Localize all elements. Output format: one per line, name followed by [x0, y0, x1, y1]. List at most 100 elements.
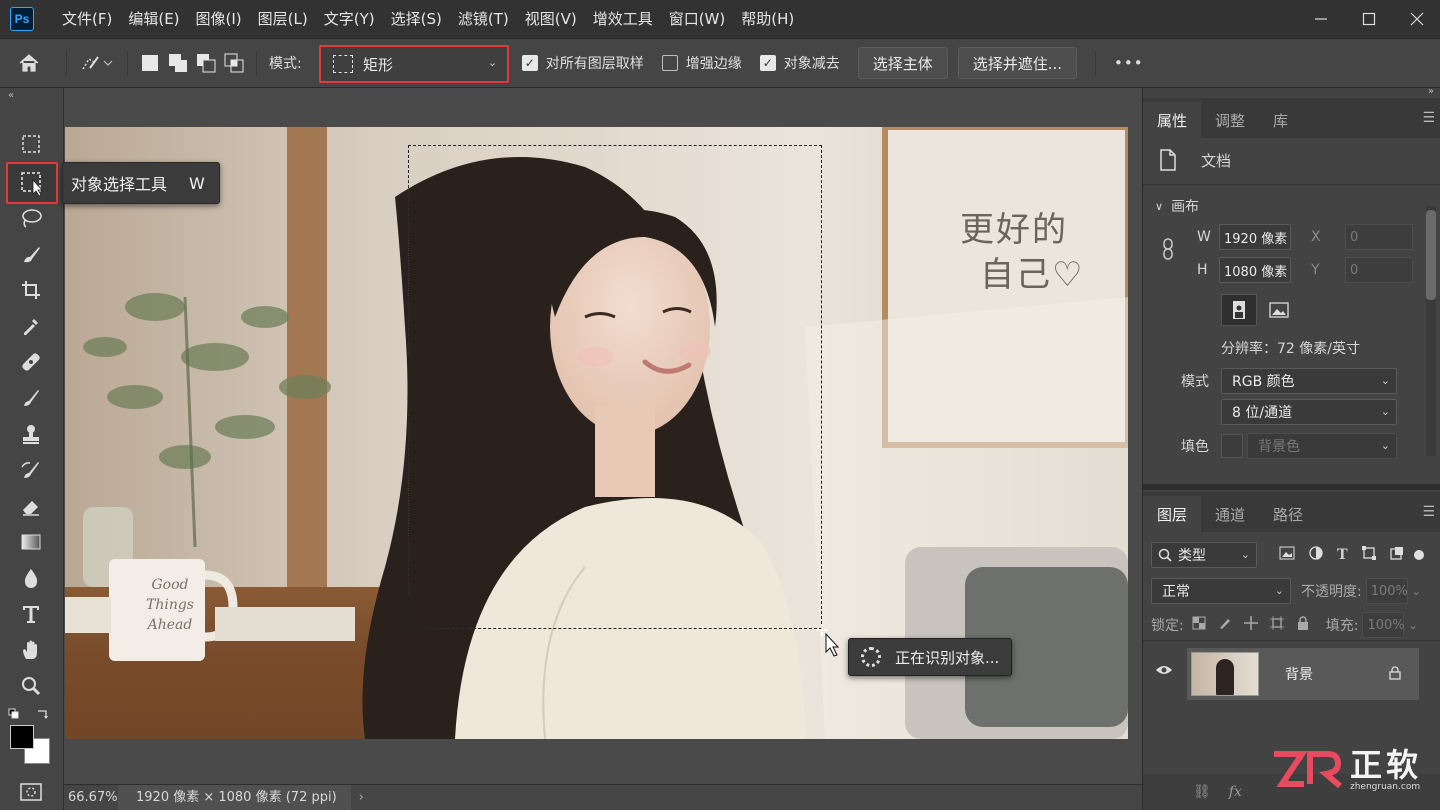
- layer-visibility-eye-icon[interactable]: [1155, 664, 1173, 676]
- menu-type[interactable]: 文字(Y): [316, 0, 383, 38]
- lock-all-icon[interactable]: [1296, 616, 1310, 634]
- panel-menu-icon[interactable]: ☰: [1422, 110, 1435, 126]
- scrollbar-thumb[interactable]: [1426, 210, 1436, 300]
- menu-file[interactable]: 文件(F): [54, 0, 120, 38]
- tab-adjustments[interactable]: 调整: [1201, 102, 1259, 138]
- clone-stamp-icon[interactable]: [12, 418, 50, 450]
- link-dimensions-icon[interactable]: [1161, 238, 1175, 260]
- brush-tool-icon[interactable]: [12, 238, 50, 270]
- eraser-tool-icon[interactable]: [12, 490, 50, 522]
- link-layers-icon[interactable]: ⛓: [1193, 784, 1211, 800]
- filter-toggle-icon[interactable]: [1413, 550, 1424, 560]
- landscape-orientation-icon[interactable]: [1261, 294, 1297, 326]
- marquee-selection[interactable]: [408, 145, 822, 629]
- tab-layers[interactable]: 图层: [1143, 496, 1202, 532]
- select-and-mask-button[interactable]: 选择并遮住...: [957, 47, 1078, 79]
- move-tool-icon[interactable]: [12, 128, 50, 160]
- menu-help[interactable]: 帮助(H): [733, 0, 802, 38]
- menu-window[interactable]: 窗口(W): [661, 0, 734, 38]
- bit-depth-dropdown[interactable]: 8 位/通道 ⌄: [1221, 399, 1397, 425]
- layer-row-background[interactable]: 背景: [1187, 648, 1419, 700]
- document-info[interactable]: 1920 像素 × 1080 像素 (72 ppi): [118, 784, 351, 810]
- paint-brush-icon[interactable]: [12, 382, 50, 414]
- blend-mode-dropdown[interactable]: 正常 ⌄: [1151, 578, 1291, 604]
- foreground-color-swatch[interactable]: [10, 725, 34, 749]
- eyedropper-tool-icon[interactable]: [12, 310, 50, 342]
- x-input[interactable]: 0: [1345, 224, 1413, 250]
- opacity-input[interactable]: 100%: [1365, 578, 1408, 604]
- canvas-section-header[interactable]: ∨ 画布: [1155, 196, 1199, 216]
- fill-dropdown[interactable]: 背景色 ⌄: [1247, 433, 1397, 459]
- menu-view[interactable]: 视图(V): [517, 0, 585, 38]
- layers-menu-icon[interactable]: ☰: [1422, 504, 1435, 520]
- layer-lock-icon[interactable]: [1389, 666, 1401, 684]
- zoom-tool-icon[interactable]: [12, 670, 50, 702]
- more-options-icon[interactable]: •••: [1114, 54, 1144, 72]
- chevron-right-icon[interactable]: ›: [359, 790, 364, 805]
- menu-filter[interactable]: 滤镜(T): [450, 0, 517, 38]
- tab-libraries[interactable]: 库: [1259, 102, 1302, 138]
- layer-filter-dropdown[interactable]: 类型 ⌄: [1151, 542, 1257, 568]
- fill-opacity-input[interactable]: 100%: [1362, 612, 1405, 638]
- expand-panels-icon[interactable]: »: [1428, 86, 1434, 97]
- fill-color-swatch[interactable]: [1221, 434, 1243, 458]
- mode-dropdown[interactable]: 矩形 ⌄: [319, 45, 509, 83]
- swap-colors-icon[interactable]: [36, 708, 50, 724]
- menu-select[interactable]: 选择(S): [383, 0, 450, 38]
- enhance-edge-checkbox[interactable]: 增强边缘: [661, 53, 742, 73]
- zoom-level[interactable]: 66.67%: [64, 790, 118, 805]
- filter-adjustment-icon[interactable]: [1309, 546, 1323, 564]
- gradient-tool-icon[interactable]: [12, 526, 50, 558]
- filter-smart-object-icon[interactable]: [1390, 546, 1404, 564]
- close-icon[interactable]: [1394, 0, 1440, 38]
- chevron-down-icon[interactable]: ⌄: [1408, 619, 1417, 632]
- collapse-icon[interactable]: «: [8, 90, 14, 101]
- hand-tool-icon[interactable]: [12, 634, 50, 666]
- tool-preset-icon[interactable]: [75, 43, 119, 83]
- chevron-down-icon[interactable]: ⌄: [1412, 585, 1421, 598]
- crop-tool-icon[interactable]: [12, 274, 50, 306]
- search-icon: [1158, 548, 1172, 562]
- layer-effects-icon[interactable]: fx: [1229, 784, 1242, 800]
- minimize-icon[interactable]: [1298, 0, 1344, 38]
- lock-position-icon[interactable]: [1243, 616, 1258, 634]
- tab-channels[interactable]: 通道: [1201, 496, 1259, 532]
- portrait-orientation-icon[interactable]: [1221, 294, 1257, 326]
- sample-all-layers-checkbox[interactable]: ✓ 对所有图层取样: [521, 53, 644, 73]
- filter-image-icon[interactable]: [1279, 546, 1295, 564]
- lock-artboard-icon[interactable]: [1269, 616, 1284, 634]
- lasso-tool-icon[interactable]: [12, 202, 50, 234]
- properties-scrollbar[interactable]: [1426, 206, 1436, 456]
- object-selection-tool-icon[interactable]: [6, 162, 58, 204]
- history-brush-icon[interactable]: [12, 454, 50, 486]
- height-input[interactable]: 1080 像素: [1219, 257, 1291, 283]
- default-colors-icon[interactable]: [8, 708, 20, 724]
- menu-layer[interactable]: 图层(L): [250, 0, 316, 38]
- home-icon[interactable]: [0, 39, 58, 87]
- quick-mask-icon[interactable]: [12, 776, 50, 808]
- tab-properties[interactable]: 属性: [1143, 102, 1202, 138]
- blur-tool-icon[interactable]: [12, 562, 50, 594]
- healing-brush-icon[interactable]: [12, 346, 50, 378]
- object-subtract-checkbox[interactable]: ✓ 对象减去: [759, 53, 840, 73]
- filter-shape-icon[interactable]: [1361, 546, 1376, 564]
- lock-pixels-icon[interactable]: [1218, 616, 1232, 634]
- type-tool-icon[interactable]: [12, 598, 50, 630]
- separator: [1095, 50, 1097, 76]
- menu-edit[interactable]: 编辑(E): [120, 0, 187, 38]
- select-subject-button[interactable]: 选择主体: [857, 47, 948, 79]
- y-input[interactable]: 0: [1345, 257, 1413, 283]
- intersect-selection-icon[interactable]: [220, 45, 248, 81]
- color-mode-dropdown[interactable]: RGB 颜色 ⌄: [1221, 368, 1397, 394]
- new-selection-icon[interactable]: [136, 45, 164, 81]
- menu-image[interactable]: 图像(I): [188, 0, 250, 38]
- tab-paths[interactable]: 路径: [1259, 496, 1317, 532]
- lock-transparency-icon[interactable]: [1192, 616, 1206, 634]
- subtract-selection-icon[interactable]: [192, 45, 220, 81]
- maximize-icon[interactable]: [1346, 0, 1392, 38]
- filter-type-icon[interactable]: T: [1337, 546, 1348, 564]
- add-selection-icon[interactable]: [164, 45, 192, 81]
- width-input[interactable]: 1920 像素: [1219, 224, 1291, 250]
- canvas-area[interactable]: Good Things Ahead 更好的 自己♡ 正在识别对象...: [64, 88, 1142, 784]
- menu-plugins[interactable]: 增效工具: [585, 0, 661, 38]
